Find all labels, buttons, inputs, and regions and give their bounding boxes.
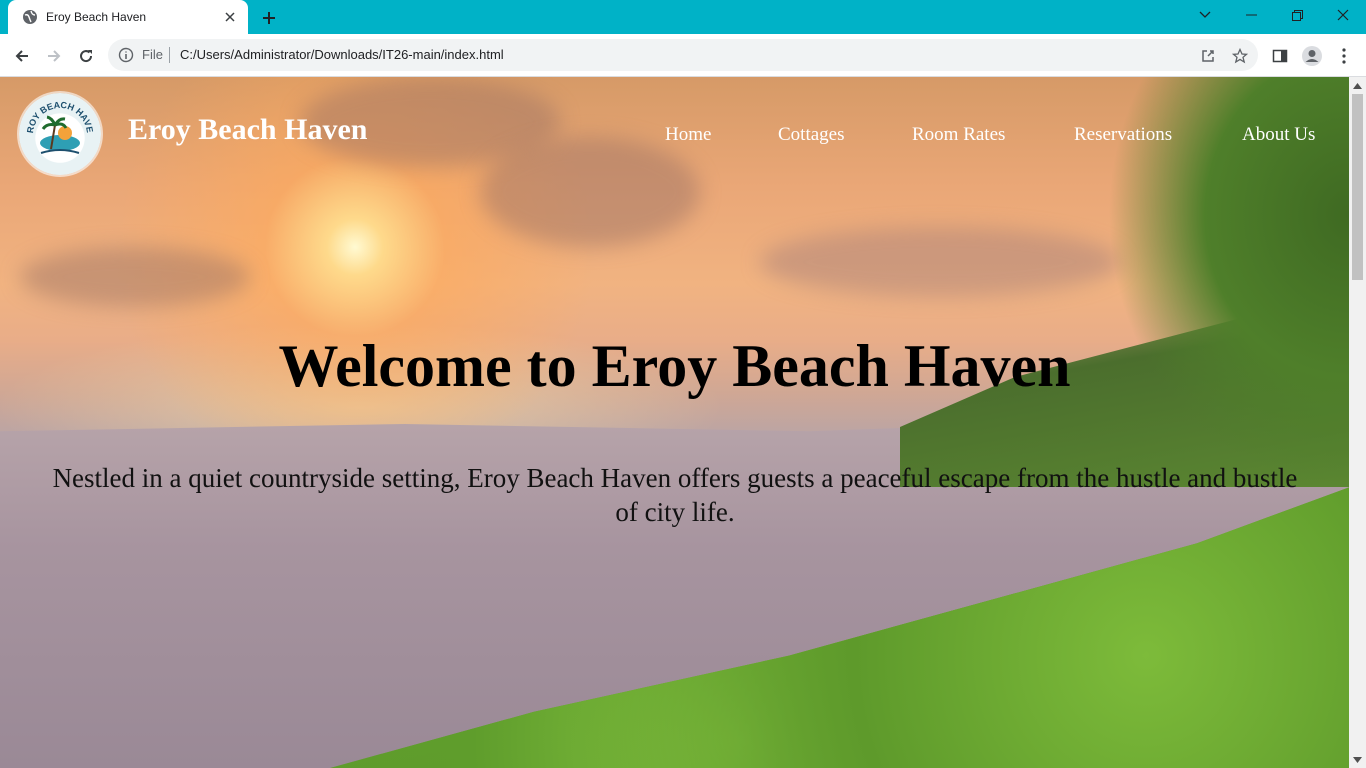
menu-kebab-icon[interactable] — [1333, 45, 1355, 67]
tab-search-icon[interactable] — [1182, 0, 1228, 30]
globe-icon — [22, 9, 38, 25]
scroll-up-icon[interactable] — [1353, 81, 1362, 90]
svg-text:EROY BEACH HAVEN: EROY BEACH HAVEN — [19, 93, 95, 134]
nav-link-home[interactable]: Home — [665, 124, 711, 146]
hero-cloud — [480, 137, 700, 247]
hero-section: EROY BEACH HAVEN Eroy Beach Haven Home C… — [0, 77, 1349, 768]
close-window-button[interactable] — [1320, 0, 1366, 30]
scrollbar-thumb[interactable] — [1352, 94, 1363, 280]
site-logo-graphic: EROY BEACH HAVEN — [16, 85, 95, 154]
nav-link-room-rates[interactable]: Room Rates — [912, 124, 1005, 146]
tab-close-icon[interactable] — [222, 9, 238, 25]
minimize-button[interactable] — [1228, 0, 1274, 30]
profile-avatar-icon[interactable] — [1301, 45, 1323, 67]
browser-tab[interactable]: Eroy Beach Haven — [8, 0, 248, 34]
nav-link-about-us[interactable]: About Us — [1242, 124, 1315, 146]
hero-title: Welcome to Eroy Beach Haven — [278, 333, 1071, 399]
reload-button[interactable] — [72, 42, 100, 70]
tab-title: Eroy Beach Haven — [46, 10, 147, 24]
restore-button[interactable] — [1274, 0, 1320, 30]
address-scheme: File — [142, 47, 163, 62]
nav-link-cottages[interactable]: Cottages — [778, 124, 845, 146]
back-button[interactable] — [8, 42, 36, 70]
address-bar[interactable]: File C:/Users/Administrator/Downloads/IT… — [108, 39, 1258, 71]
hero-description: Nestled in a quiet countryside setting, … — [52, 463, 1298, 527]
scroll-down-icon[interactable] — [1353, 755, 1362, 764]
hero-cloud — [20, 247, 250, 307]
site-brand[interactable]: Eroy Beach Haven — [128, 113, 367, 147]
browser-toolbar: File C:/Users/Administrator/Downloads/IT… — [0, 34, 1366, 77]
info-icon[interactable] — [118, 47, 134, 63]
browser-tabstrip: Eroy Beach Haven — [0, 0, 1366, 34]
forward-button[interactable] — [40, 42, 68, 70]
side-panel-icon[interactable] — [1269, 45, 1291, 67]
address-separator — [169, 47, 170, 63]
bookmark-star-icon[interactable] — [1229, 45, 1251, 67]
nav-link-reservations[interactable]: Reservations — [1074, 124, 1172, 146]
address-url[interactable]: C:/Users/Administrator/Downloads/IT26-ma… — [180, 47, 504, 62]
new-tab-button[interactable] — [258, 7, 280, 29]
share-icon[interactable] — [1197, 45, 1219, 67]
site-logo[interactable]: EROY BEACH HAVEN — [16, 85, 101, 175]
page-scrollbar[interactable] — [1349, 77, 1366, 768]
